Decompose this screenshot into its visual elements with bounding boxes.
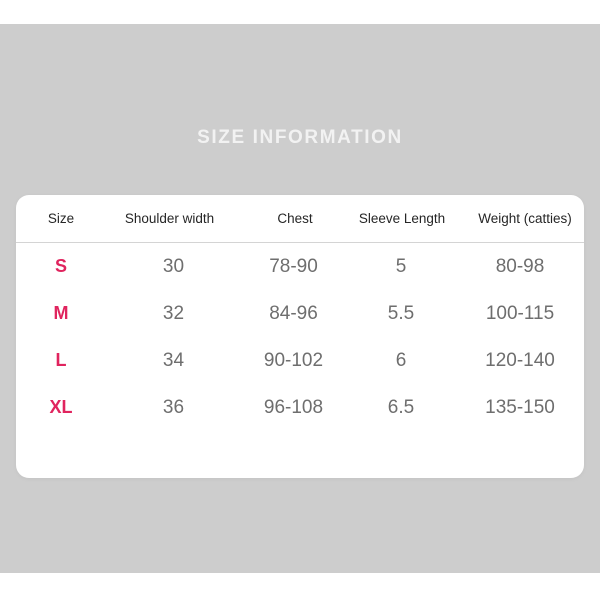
cell-weight: 100-115 — [485, 302, 555, 324]
cell-weight: 120-140 — [485, 349, 555, 371]
table-row: S 30 78-90 5 80-98 — [16, 243, 584, 291]
cell-shoulder-width: 32 — [162, 302, 185, 324]
cell-sleeve-length: 5 — [395, 255, 407, 277]
column-header-chest: Chest — [277, 211, 313, 226]
column-header-weight: Weight (catties) — [478, 211, 572, 226]
table-header-row: Size Shoulder width Chest Sleeve Length … — [16, 195, 584, 243]
cell-sleeve-length: 6.5 — [387, 396, 415, 418]
cell-size: XL — [49, 397, 73, 417]
table-header: Size Shoulder width Chest Sleeve Length … — [16, 195, 584, 243]
cell-size: L — [55, 350, 67, 370]
cell-chest: 96-108 — [263, 396, 324, 418]
cell-shoulder-width: 30 — [162, 255, 185, 277]
size-chart-graphic: SIZE INFORMATION Size Shoulder width Che… — [0, 0, 600, 600]
column-header-size: Size — [47, 211, 75, 226]
column-header-shoulder-width: Shoulder width — [124, 211, 215, 226]
cell-size: M — [53, 303, 69, 323]
cell-chest: 78-90 — [269, 255, 318, 277]
size-information-table: Size Shoulder width Chest Sleeve Length … — [16, 195, 584, 431]
table-row: M 32 84-96 5.5 100-115 — [16, 290, 584, 337]
cell-chest: 84-96 — [269, 302, 318, 324]
cell-weight: 80-98 — [495, 255, 545, 277]
cell-weight: 135-150 — [485, 396, 555, 418]
cell-size: S — [54, 256, 67, 276]
table-row: L 34 90-102 6 120-140 — [16, 337, 584, 384]
table-body: S 30 78-90 5 80-98 M 32 84-96 5.5 100-11… — [16, 243, 584, 432]
cell-chest: 90-102 — [263, 349, 324, 371]
size-table-card: Size Shoulder width Chest Sleeve Length … — [16, 195, 584, 478]
cell-shoulder-width: 36 — [162, 396, 185, 418]
page-title: SIZE INFORMATION — [197, 127, 403, 148]
table-row: XL 36 96-108 6.5 135-150 — [16, 384, 584, 431]
column-header-sleeve-length: Sleeve Length — [358, 211, 446, 226]
cell-shoulder-width: 34 — [162, 349, 185, 371]
cell-sleeve-length: 5.5 — [387, 302, 415, 324]
cell-sleeve-length: 6 — [395, 349, 407, 371]
